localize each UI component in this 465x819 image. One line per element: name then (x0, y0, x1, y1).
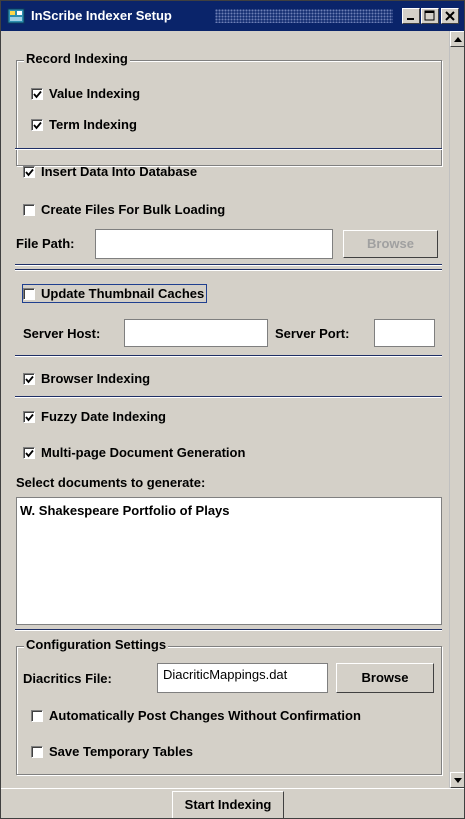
diacritics-browse-button[interactable]: Browse (336, 663, 434, 693)
start-indexing-button[interactable]: Start Indexing (172, 791, 284, 818)
server-host-input[interactable] (124, 319, 268, 347)
term-indexing-label: Term Indexing (49, 117, 137, 132)
record-indexing-group (16, 60, 442, 166)
value-indexing-label: Value Indexing (49, 86, 141, 101)
fuzzy-date-label: Fuzzy Date Indexing (41, 409, 166, 424)
separator (15, 396, 442, 398)
separator (15, 355, 442, 357)
checkbox-box (23, 410, 35, 423)
documents-list[interactable]: W. Shakespeare Portfolio of Plays (16, 497, 442, 625)
save-temp-checkbox[interactable]: Save Temporary Tables (31, 744, 193, 759)
minimize-icon[interactable] (402, 8, 420, 24)
checkmark-icon (25, 375, 34, 383)
checkmark-icon (25, 413, 34, 421)
checkbox-box (23, 165, 35, 178)
server-port-input[interactable] (374, 319, 435, 347)
list-item[interactable]: W. Shakespeare Portfolio of Plays (20, 503, 230, 518)
checkbox-box (31, 118, 43, 131)
vertical-scrollbar[interactable] (449, 31, 464, 788)
insert-data-checkbox[interactable]: Insert Data Into Database (23, 164, 197, 179)
maximize-icon[interactable] (421, 8, 439, 24)
save-temp-label: Save Temporary Tables (49, 744, 194, 759)
browser-indexing-label: Browser Indexing (41, 371, 151, 386)
record-indexing-legend: Record Indexing (24, 51, 130, 66)
bulk-files-label: Create Files For Bulk Loading (41, 202, 226, 217)
file-path-input[interactable] (95, 229, 333, 259)
update-thumbnail-caches-checkbox[interactable]: Update Thumbnail Caches (21, 284, 208, 303)
auto-post-checkbox[interactable]: Automatically Post Changes Without Confi… (31, 708, 361, 723)
checkbox-box (31, 87, 43, 100)
server-host-label: Server Host: (23, 326, 101, 341)
separator (15, 629, 442, 631)
close-icon[interactable] (441, 8, 459, 24)
multipage-checkbox[interactable]: Multi-page Document Generation (23, 445, 245, 460)
scroll-down-icon[interactable] (450, 772, 464, 788)
diacritics-file-label: Diacritics File: (23, 671, 112, 686)
scroll-up-icon[interactable] (450, 31, 464, 47)
title-grip (215, 9, 393, 23)
window-title: InScribe Indexer Setup (31, 8, 172, 23)
separator (15, 264, 442, 266)
checkbox-box (23, 287, 35, 300)
update-thumbnail-caches-label: Update Thumbnail Caches (41, 286, 205, 301)
file-path-browse-button[interactable]: Browse (343, 230, 438, 258)
checkbox-box (23, 446, 35, 459)
window: InScribe Indexer Setup Record Indexing V… (0, 0, 465, 819)
auto-post-label: Automatically Post Changes Without Confi… (49, 708, 361, 723)
checkmark-icon (25, 449, 34, 457)
diacritics-file-input[interactable]: DiacriticMappings.dat (157, 663, 328, 693)
insert-data-label: Insert Data Into Database (41, 164, 198, 179)
checkmark-icon (33, 121, 42, 129)
configuration-settings-legend: Configuration Settings (24, 637, 169, 652)
bulk-files-checkbox[interactable]: Create Files For Bulk Loading (23, 202, 225, 217)
separator (15, 269, 442, 271)
checkmark-icon (33, 90, 42, 98)
checkbox-box (31, 745, 43, 758)
bottom-bar: Start Indexing (1, 788, 464, 818)
checkbox-box (23, 203, 35, 216)
separator (15, 148, 442, 150)
file-path-label: File Path: (16, 236, 75, 251)
server-port-label: Server Port: (275, 326, 350, 341)
term-indexing-checkbox[interactable]: Term Indexing (31, 117, 137, 132)
multipage-label: Multi-page Document Generation (41, 445, 246, 460)
app-icon (7, 7, 25, 25)
checkbox-box (23, 372, 35, 385)
checkmark-icon (25, 168, 34, 176)
fuzzy-date-checkbox[interactable]: Fuzzy Date Indexing (23, 409, 166, 424)
select-documents-label: Select documents to generate: (16, 475, 206, 490)
checkbox-box (31, 709, 43, 722)
title-bar[interactable]: InScribe Indexer Setup (1, 1, 464, 31)
browser-indexing-checkbox[interactable]: Browser Indexing (23, 371, 150, 386)
main-panel: Record Indexing Value Indexing Term Inde… (1, 31, 449, 788)
value-indexing-checkbox[interactable]: Value Indexing (31, 86, 140, 101)
